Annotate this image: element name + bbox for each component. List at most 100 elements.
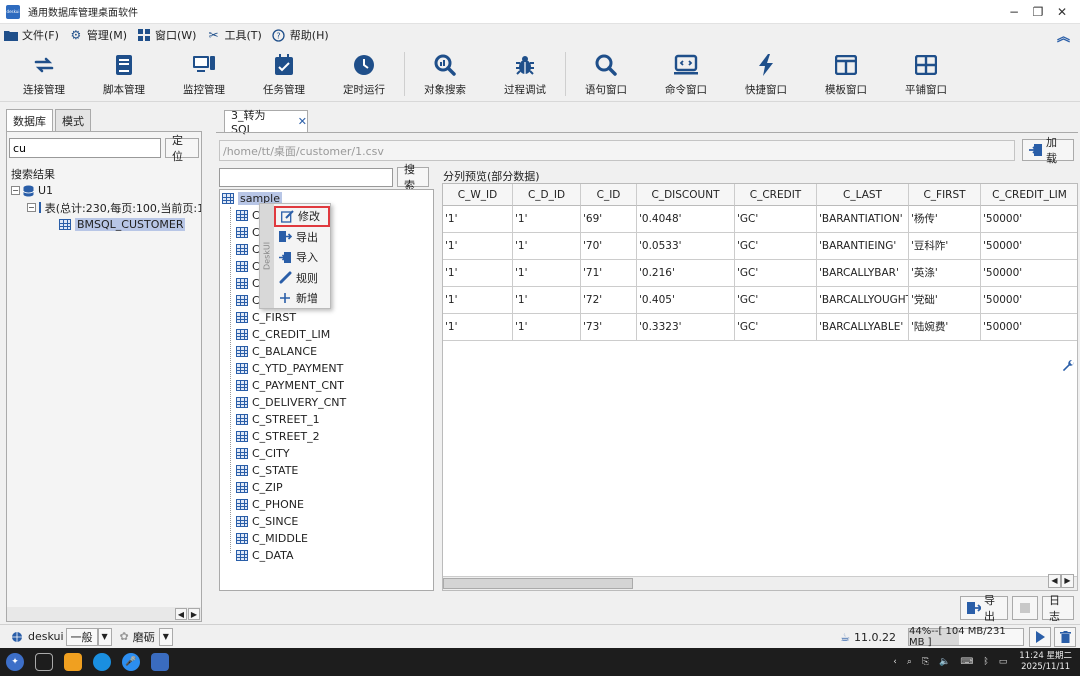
- column-header[interactable]: C_W_ID: [443, 184, 513, 206]
- tray-volume-icon[interactable]: 🔈: [939, 657, 950, 667]
- task-manage-button[interactable]: 任务管理: [244, 46, 324, 102]
- column-node[interactable]: C_MIDDLE: [220, 530, 433, 547]
- close-button[interactable]: ✕: [1050, 2, 1074, 22]
- tab-database[interactable]: 数据库: [6, 109, 53, 131]
- scrollbar-thumb[interactable]: [443, 578, 633, 589]
- mode-dropdown-arrow[interactable]: ▼: [97, 627, 112, 646]
- process-debug-button[interactable]: 过程调试: [485, 46, 565, 102]
- wrench-icon[interactable]: [1061, 359, 1075, 377]
- column-header[interactable]: C_CREDIT_LIM: [981, 184, 1077, 206]
- column-header[interactable]: C_D_ID: [513, 184, 581, 206]
- table-cell[interactable]: '杨传': [909, 206, 981, 233]
- table-cell[interactable]: '50000': [981, 233, 1077, 260]
- table-cell[interactable]: '0.0533': [637, 233, 735, 260]
- load-button[interactable]: 加载: [1022, 136, 1074, 165]
- table-cell[interactable]: '1': [443, 314, 513, 341]
- collapse-toggle[interactable]: −: [11, 186, 20, 195]
- table-cell[interactable]: '50000': [981, 206, 1077, 233]
- table-cell[interactable]: '1': [443, 287, 513, 314]
- theme-dropdown-arrow[interactable]: ▼: [158, 627, 173, 646]
- left-horizontal-scrollbar[interactable]: ◀ ▶: [7, 607, 201, 621]
- column-node[interactable]: C_FIRST: [220, 309, 433, 326]
- menu-item-export[interactable]: 导出: [274, 227, 330, 248]
- statement-window-button[interactable]: 语句窗口: [566, 46, 646, 102]
- mode-select[interactable]: 一般: [65, 627, 98, 646]
- column-node[interactable]: C_PHONE: [220, 496, 433, 513]
- column-header[interactable]: C_LAST: [817, 184, 909, 206]
- tray-bluetooth-icon[interactable]: ᛒ: [983, 657, 988, 667]
- connection-manage-button[interactable]: 连接管理: [4, 46, 84, 102]
- column-node[interactable]: C_CREDIT_LIM: [220, 326, 433, 343]
- multitask-icon[interactable]: [35, 653, 53, 671]
- tab-convert-to-sql[interactable]: 3_转为 SQL ✕: [224, 109, 308, 136]
- locate-button[interactable]: 定位: [165, 134, 199, 163]
- maximize-button[interactable]: ❐: [1026, 2, 1050, 22]
- table-cell[interactable]: '陆婉费': [909, 314, 981, 341]
- file-manager-icon[interactable]: [64, 653, 82, 671]
- table-cell[interactable]: '50000': [981, 260, 1077, 287]
- object-search-button[interactable]: 对象搜索: [405, 46, 485, 102]
- file-path-input[interactable]: /home/tt/桌面/customer/1.csv: [219, 140, 1015, 161]
- scroll-left-arrow[interactable]: ◀: [175, 608, 187, 620]
- tile-window-button[interactable]: 平铺窗口: [886, 46, 966, 102]
- table-cell[interactable]: 'BARANTIATION': [817, 206, 909, 233]
- table-cell[interactable]: '1': [513, 287, 581, 314]
- table-cell[interactable]: 'GC': [735, 233, 817, 260]
- menu-item-import[interactable]: 导入: [274, 247, 330, 268]
- table-cell[interactable]: '73': [581, 314, 637, 341]
- tab-schema[interactable]: 模式: [55, 109, 91, 131]
- command-window-button[interactable]: 命令窗口: [646, 46, 726, 102]
- menu-window[interactable]: 窗口(W): [137, 27, 196, 43]
- preview-horizontal-scrollbar[interactable]: [443, 576, 1077, 590]
- table-cell[interactable]: '71': [581, 260, 637, 287]
- table-cell[interactable]: 'BARCALLYOUGHT': [817, 287, 909, 314]
- column-node[interactable]: C_DATA: [220, 547, 433, 564]
- tray-network-icon[interactable]: ⎘: [922, 657, 929, 667]
- table-cell[interactable]: 'BARCALLYBAR': [817, 260, 909, 287]
- column-node[interactable]: C_STREET_1: [220, 411, 433, 428]
- table-cell[interactable]: '英涤': [909, 260, 981, 287]
- table-cell[interactable]: '70': [581, 233, 637, 260]
- table-cell[interactable]: '50000': [981, 287, 1077, 314]
- table-cell[interactable]: 'GC': [735, 287, 817, 314]
- quick-window-button[interactable]: 快捷窗口: [726, 46, 806, 102]
- template-window-button[interactable]: 模板窗口: [806, 46, 886, 102]
- table-cell[interactable]: '1': [443, 260, 513, 287]
- clear-memory-button[interactable]: [1054, 627, 1076, 647]
- tray-keyboard-icon[interactable]: ⌨: [960, 657, 973, 667]
- table-cell[interactable]: '1': [513, 314, 581, 341]
- theme-select[interactable]: 磨砺: [133, 629, 155, 645]
- column-node[interactable]: C_SINCE: [220, 513, 433, 530]
- column-search-button[interactable]: 搜索: [397, 163, 429, 192]
- menu-manage[interactable]: ⚙ 管理(M): [69, 27, 127, 43]
- column-node[interactable]: C_YTD_PAYMENT: [220, 360, 433, 377]
- menu-item-edit[interactable]: 修改: [274, 206, 330, 227]
- column-node[interactable]: C_DELIVERY_CNT: [220, 394, 433, 411]
- table-cell[interactable]: '1': [513, 260, 581, 287]
- column-node[interactable]: C_STATE: [220, 462, 433, 479]
- menu-file[interactable]: 文件(F): [4, 27, 59, 43]
- column-node[interactable]: C_CITY: [220, 445, 433, 462]
- table-cell[interactable]: 'BARANTIEING': [817, 233, 909, 260]
- tray-arrow-icon[interactable]: ‹: [893, 657, 897, 667]
- column-node[interactable]: C_STREET_2: [220, 428, 433, 445]
- column-node[interactable]: C_BALANCE: [220, 343, 433, 360]
- column-header[interactable]: C_ID: [581, 184, 637, 206]
- table-cell[interactable]: '0.216': [637, 260, 735, 287]
- table-cell[interactable]: '72': [581, 287, 637, 314]
- table-cell[interactable]: '豆科阼': [909, 233, 981, 260]
- table-cell[interactable]: '党础': [909, 287, 981, 314]
- table-cell[interactable]: '1': [513, 233, 581, 260]
- table-cell[interactable]: '0.4048': [637, 206, 735, 233]
- scheduled-run-button[interactable]: 定时运行: [324, 46, 404, 102]
- table-cell[interactable]: 'GC': [735, 260, 817, 287]
- system-clock[interactable]: 11:24 星期二 2025/11/11: [1019, 651, 1072, 673]
- column-search-input[interactable]: [219, 168, 393, 187]
- stop-button[interactable]: [1012, 596, 1038, 620]
- tree-node-bmsql-customer[interactable]: BMSQL_CUSTOMER: [11, 216, 201, 233]
- log-button[interactable]: 日志: [1042, 594, 1074, 623]
- column-node[interactable]: C_ZIP: [220, 479, 433, 496]
- script-manage-button[interactable]: 脚本管理: [84, 46, 164, 102]
- browser-icon[interactable]: [93, 653, 111, 671]
- export-button[interactable]: 导出: [960, 594, 1008, 623]
